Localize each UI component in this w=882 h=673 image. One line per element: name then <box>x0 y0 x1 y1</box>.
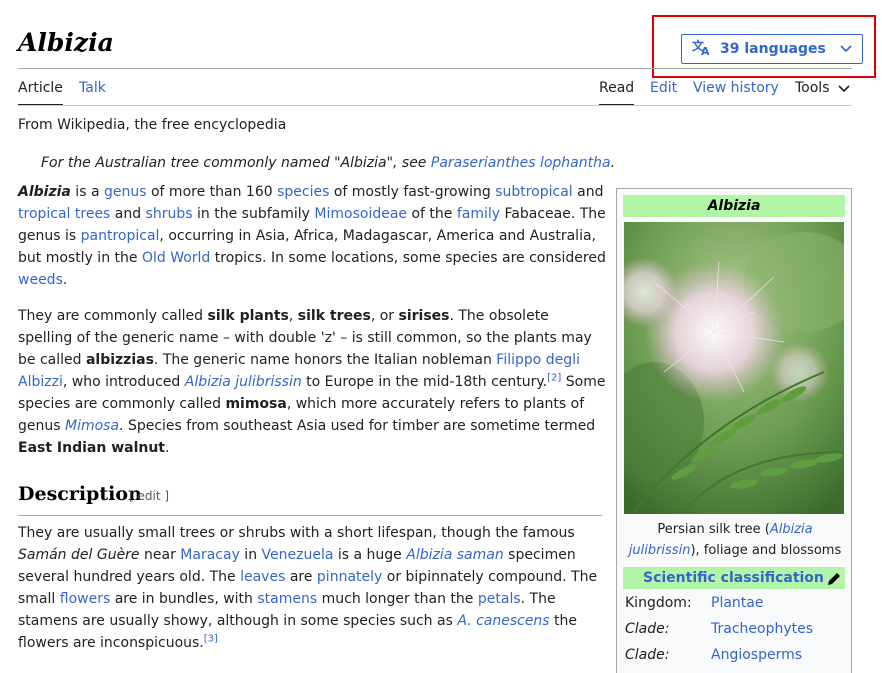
citation-link[interactable]: [3] <box>204 633 218 644</box>
infobox-title: Albizia <box>623 195 845 217</box>
text-run: They are usually small trees or shrubs w… <box>18 525 575 541</box>
inline-link[interactable]: flowers <box>60 591 111 607</box>
tab-bar-divider <box>18 105 852 106</box>
text-run: . Species from southeast Asia used for t… <box>119 418 596 434</box>
inline-link[interactable]: shrubs <box>146 206 193 222</box>
inline-link[interactable]: Maracay <box>180 547 240 563</box>
text-run: . <box>165 440 170 456</box>
caption-text-end: ), foliage and blossoms <box>690 543 842 558</box>
infobox-row-clade: Clade: Angiosperms <box>625 647 845 663</box>
inline-link[interactable]: Old World <box>142 250 210 266</box>
inline-link[interactable]: family <box>457 206 500 222</box>
text-run: tropics. In some locations, some species… <box>210 250 606 266</box>
infobox-value-link[interactable]: Angiosperms <box>711 647 802 663</box>
tab-article[interactable]: Article <box>18 80 63 106</box>
section-edit-link[interactable]: [ edit ] <box>129 489 169 503</box>
text-run: near <box>139 547 181 563</box>
page-title: Albizia <box>18 28 114 57</box>
text-run: , <box>288 308 298 324</box>
hatnote-suffix: . <box>610 155 616 171</box>
text-run: is a <box>70 184 104 200</box>
text-run: and <box>572 184 604 200</box>
text-run: , or <box>370 308 399 324</box>
text-run: . <box>62 272 68 288</box>
inline-link[interactable]: leaves <box>240 569 285 585</box>
caption-text: Persian silk tree ( <box>657 522 770 537</box>
inline-link[interactable]: Mimosoideae <box>314 206 407 222</box>
infobox-key: Kingdom: <box>625 595 692 611</box>
text-run: They are commonly called <box>18 308 208 324</box>
intro-paragraph-2: They are commonly called silk plants, si… <box>18 305 606 459</box>
text-run: silk plants <box>207 308 289 324</box>
tab-talk[interactable]: Talk <box>79 80 106 106</box>
text-run: East Indian walnut <box>18 440 165 456</box>
tools-menu-button[interactable]: Tools <box>795 80 850 106</box>
text-run: albizzias <box>85 352 154 368</box>
infobox-caption: Persian silk tree (Albizia julibrissin),… <box>620 519 850 561</box>
tab-edit[interactable]: Edit <box>650 80 677 106</box>
infobox-image[interactable] <box>624 222 844 514</box>
infobox-key: Clade: <box>625 621 670 637</box>
inline-link[interactable]: Albizia julibrissin <box>185 374 302 390</box>
inline-link[interactable]: pinnately <box>317 569 382 585</box>
infobox-row-kingdom: Kingdom: Plantae <box>625 595 845 611</box>
tab-read[interactable]: Read <box>599 80 635 106</box>
text-run: , who introduced <box>62 374 185 390</box>
inline-link[interactable]: tropical trees <box>18 206 110 222</box>
text-run: . The generic name honors the Italian no… <box>153 352 497 368</box>
inline-link[interactable]: stamens <box>257 591 317 607</box>
text-run: is a huge <box>333 547 407 563</box>
hatnote: For the Australian tree commonly named "… <box>41 155 615 171</box>
title-divider <box>18 68 852 69</box>
site-tagline: From Wikipedia, the free encyclopedia <box>18 117 287 133</box>
text-run: are in bundles, with <box>110 591 258 607</box>
scientific-classification-link[interactable]: Scientific classification <box>643 567 824 589</box>
chevron-down-icon <box>837 80 850 106</box>
infobox-value-link[interactable]: Plantae <box>711 595 763 611</box>
text-run: of more than 160 <box>146 184 278 200</box>
text-run: are <box>285 569 317 585</box>
text-run: of the <box>407 206 457 222</box>
text-run: and <box>110 206 146 222</box>
hatnote-link[interactable]: Paraserianthes lophantha <box>431 155 611 171</box>
pencil-icon[interactable] <box>826 567 842 589</box>
infobox-row-clade: Clade: Tracheophytes <box>625 621 845 637</box>
inline-link[interactable]: Venezuela <box>262 547 334 563</box>
text-run: in <box>239 547 262 563</box>
text-run: much longer than the <box>317 591 478 607</box>
citation-link[interactable]: [2] <box>547 372 561 383</box>
hatnote-text: For the Australian tree commonly named "… <box>41 155 431 171</box>
text-run: silk trees <box>297 308 371 324</box>
description-paragraph-1: They are usually small trees or shrubs w… <box>18 522 606 654</box>
text-run: in the subfamily <box>192 206 315 222</box>
inline-link[interactable]: Mimosa <box>65 418 119 434</box>
inline-link[interactable]: Albizia saman <box>406 547 503 563</box>
text-run: sirises <box>398 308 450 324</box>
inline-link[interactable]: subtropical <box>495 184 573 200</box>
inline-link[interactable]: petals <box>478 591 521 607</box>
inline-link[interactable]: pantropical <box>81 228 160 244</box>
inline-link[interactable]: A. canescens <box>457 613 549 629</box>
text-run: to Europe in the mid-18th century. <box>301 374 548 390</box>
intro-paragraph-1: Albizia is a genus of more than 160 spec… <box>18 181 606 291</box>
inline-link[interactable]: species <box>277 184 329 200</box>
tab-view-history[interactable]: View history <box>693 80 779 106</box>
text-run: mimosa <box>225 396 287 412</box>
inline-link[interactable]: weeds <box>18 272 63 288</box>
edit-label: [ edit ] <box>129 489 170 503</box>
section-heading-description: Description <box>18 483 142 505</box>
text-run: Samán del Guère <box>18 547 140 563</box>
text-run: Albizia <box>18 184 71 200</box>
infobox-value-link[interactable]: Tracheophytes <box>711 621 813 637</box>
section-divider <box>18 515 602 516</box>
tools-label: Tools <box>795 80 830 96</box>
infobox-key: Clade: <box>625 647 670 663</box>
inline-link[interactable]: genus <box>104 184 147 200</box>
infobox-scientific-classification: Scientific classification <box>623 567 845 589</box>
text-run: of mostly fast-growing <box>329 184 496 200</box>
